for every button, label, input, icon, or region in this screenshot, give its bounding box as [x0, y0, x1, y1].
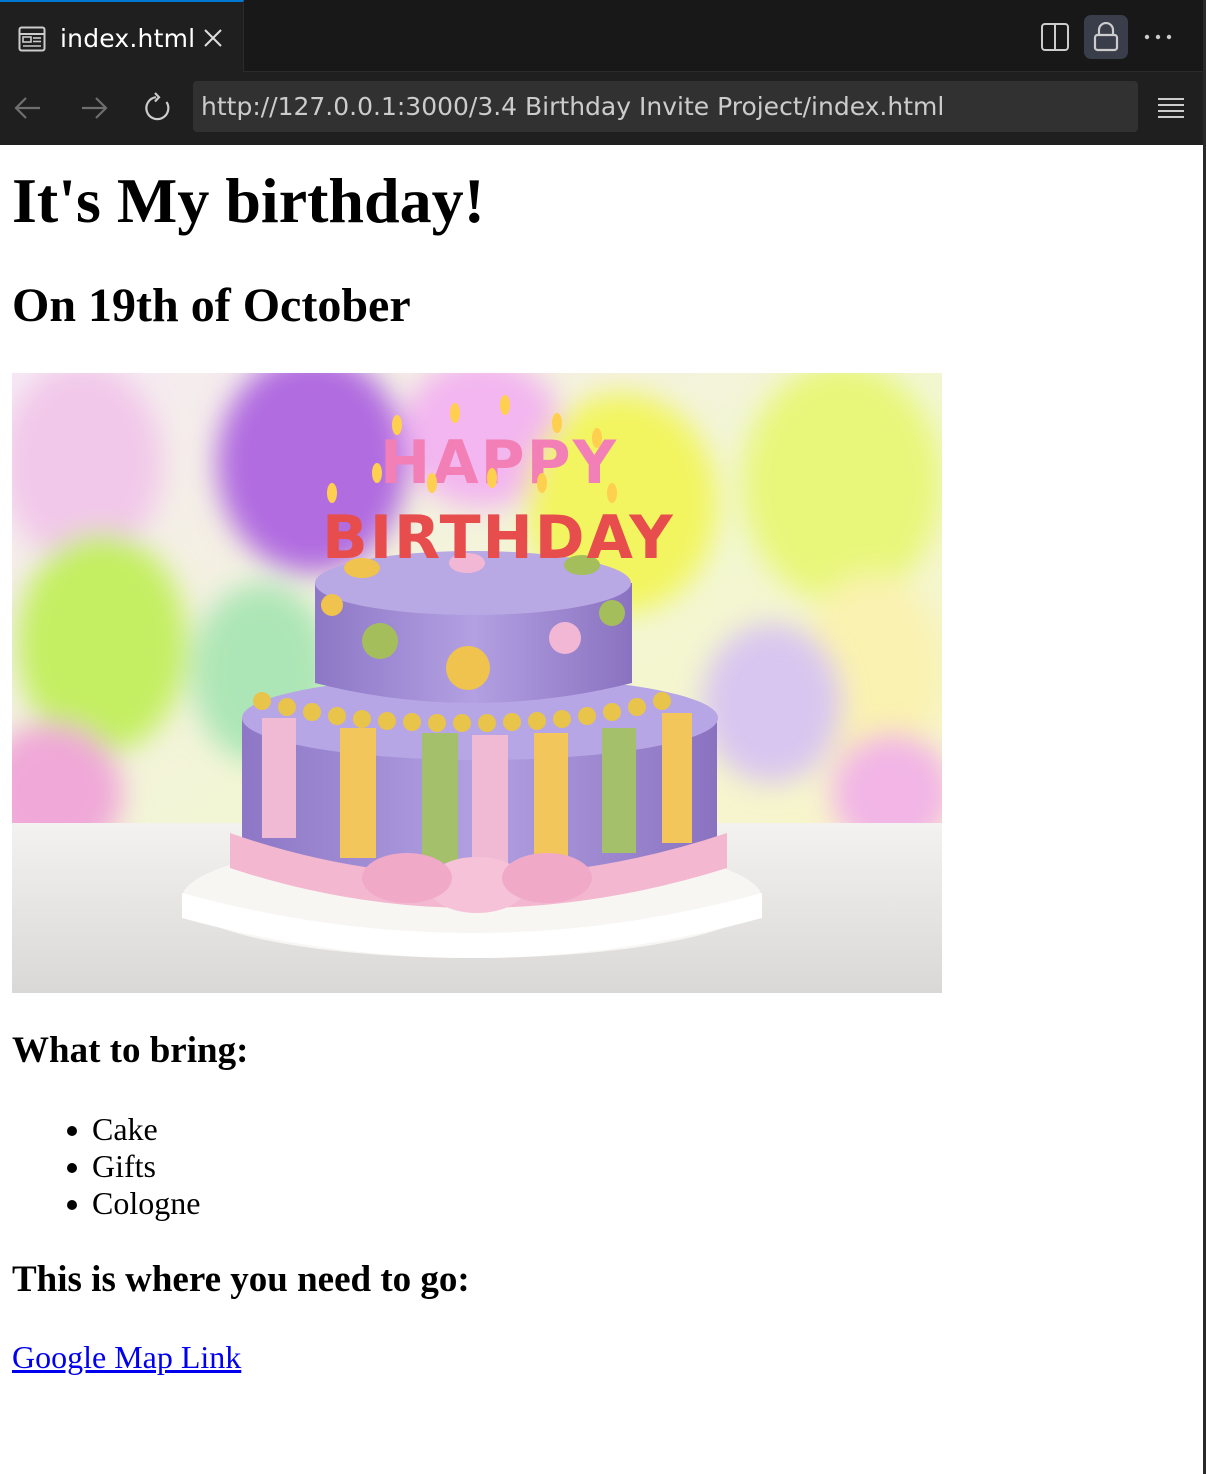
- tab-title: index.html: [60, 24, 196, 53]
- back-arrow-icon[interactable]: [12, 92, 44, 124]
- tab-bar: index.html: [0, 0, 1206, 72]
- preview-icon: [18, 26, 46, 52]
- bring-heading: What to bring:: [12, 1030, 249, 1071]
- split-editor-icon[interactable]: [1040, 22, 1070, 52]
- page-subtitle: On 19th of October: [12, 279, 411, 332]
- birthday-cake-image: HAPPY BIRTHDAY: [12, 373, 942, 993]
- menu-icon[interactable]: [1155, 92, 1187, 124]
- forward-arrow-icon[interactable]: [78, 92, 110, 124]
- reload-icon[interactable]: [142, 92, 174, 124]
- lock-icon: [1093, 22, 1119, 52]
- page-content: It's My birthday! On 19th of October HAP…: [0, 145, 1203, 1474]
- browser-toolbar: http://127.0.0.1:3000/3.4 Birthday Invit…: [0, 72, 1206, 145]
- editor-chrome: index.html http://127.0.0.1:3000/3.4 Bir…: [0, 0, 1206, 145]
- list-item: Cologne: [66, 1185, 201, 1221]
- directions-heading: This is where you need to go:: [12, 1259, 470, 1300]
- topper-happy: HAPPY: [380, 428, 618, 498]
- close-icon[interactable]: [202, 27, 224, 49]
- google-map-link[interactable]: Google Map Link: [12, 1338, 241, 1376]
- list-item: Cake: [66, 1111, 200, 1148]
- tab-index-html[interactable]: index.html: [0, 0, 244, 72]
- list-item: Gifts: [66, 1148, 200, 1185]
- more-icon[interactable]: [1142, 25, 1174, 49]
- lock-button[interactable]: [1084, 15, 1128, 59]
- url-input[interactable]: http://127.0.0.1:3000/3.4 Birthday Invit…: [193, 81, 1138, 132]
- page-title: It's My birthday!: [12, 165, 485, 236]
- topper-birthday: BIRTHDAY: [322, 503, 675, 573]
- bring-list: Cake Gifts Cologne: [66, 1111, 201, 1222]
